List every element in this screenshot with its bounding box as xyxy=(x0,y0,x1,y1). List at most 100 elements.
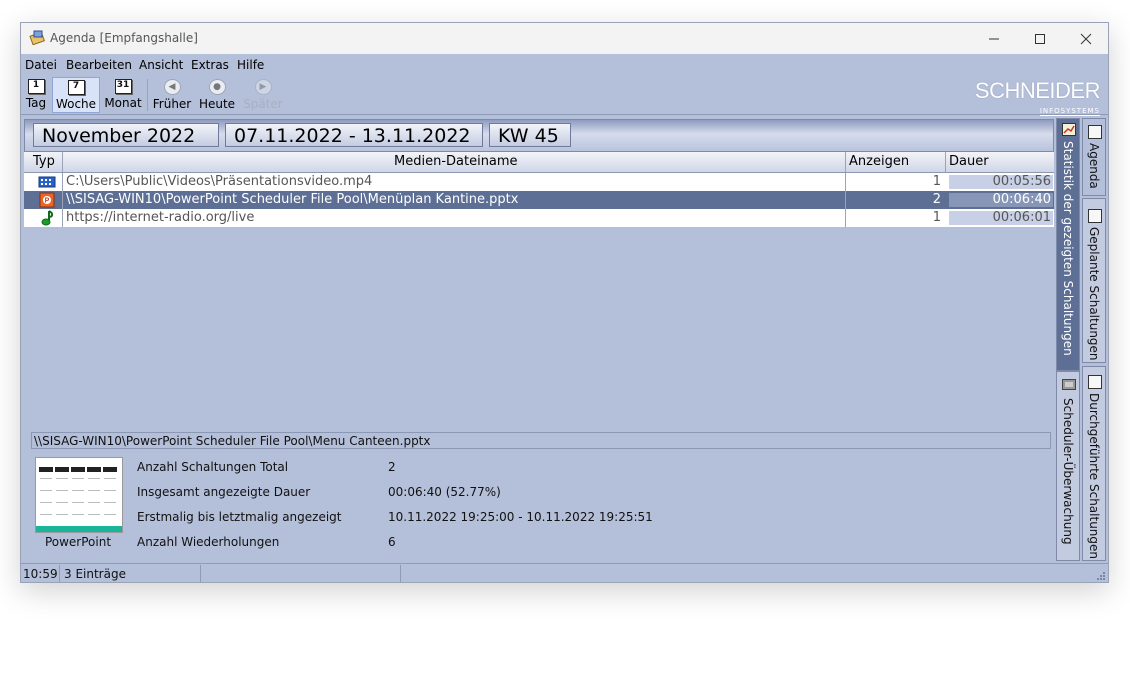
calendar-week-icon: 7 xyxy=(67,80,85,95)
stat-value: 10.11.2022 19:25:00 - 10.11.2022 19:25:5… xyxy=(388,510,653,524)
tab-agenda[interactable]: Agenda xyxy=(1082,118,1106,196)
column-separator xyxy=(62,191,63,209)
app-icon xyxy=(29,30,45,45)
slide-preview-image xyxy=(36,458,122,532)
row-duration-bar: 00:05:56 xyxy=(949,174,1053,189)
close-icon xyxy=(1080,33,1091,44)
thumbnail-label: PowerPoint xyxy=(44,535,112,549)
minimize-button[interactable] xyxy=(971,23,1016,54)
home-icon: ● xyxy=(208,79,226,95)
detail-path: \\SISAG-WIN10\PowerPoint Scheduler File … xyxy=(31,432,1051,449)
row-duration: 00:06:01 xyxy=(992,210,1051,225)
stat-label: Insgesamt angezeigte Dauer xyxy=(137,485,311,499)
video-icon xyxy=(38,176,56,188)
table-row[interactable]: C:\Users\Public\Videos\Präsentationsvide… xyxy=(24,173,1054,191)
monat-label: Monat xyxy=(104,96,142,110)
stat-label: Erstmalig bis letztmalig angezeigt xyxy=(137,510,342,524)
row-count: 2 xyxy=(932,192,941,207)
monitor-icon xyxy=(1062,379,1076,390)
stat-value: 6 xyxy=(388,535,396,549)
spaeter-button[interactable]: ▶ Später xyxy=(242,77,284,111)
status-bar: 10:59 3 Einträge xyxy=(21,563,1108,582)
minimize-icon xyxy=(988,38,999,39)
row-filename: \\SISAG-WIN10\PowerPoint Scheduler File … xyxy=(66,192,519,207)
col-typ[interactable]: Typ xyxy=(33,154,55,169)
maximize-button[interactable] xyxy=(1017,23,1062,54)
agenda-window: Agenda [Empfangshalle] Datei Bearbeiten … xyxy=(20,22,1109,583)
menu-extras[interactable]: Extras xyxy=(191,58,229,72)
status-entries: 3 Einträge xyxy=(64,567,126,581)
toolbar: 1 Tag 7 Woche 31 Monat ◀ Früher ● Heute … xyxy=(21,75,1108,116)
col-name[interactable]: Medien-Dateiname xyxy=(394,154,518,169)
menu-hilfe[interactable]: Hilfe xyxy=(237,58,264,72)
tab-scheduler-label: Scheduler-Überwachung xyxy=(1061,398,1075,545)
main-content: November 2022 07.11.2022 - 13.11.2022 KW… xyxy=(24,119,1054,561)
frueher-label: Früher xyxy=(152,97,192,111)
row-count: 1 xyxy=(932,174,941,189)
tab-statistik-label: Statistik der gezeigten Schaltungen xyxy=(1061,141,1075,356)
menu-bearbeiten[interactable]: Bearbeiten xyxy=(66,58,132,72)
powerpoint-icon: P xyxy=(39,192,55,208)
row-filename: C:\Users\Public\Videos\Präsentationsvide… xyxy=(66,174,373,189)
table-header: Typ Medien-Dateiname Anzeigen Dauer xyxy=(24,152,1054,173)
calendar-month-icon: 31 xyxy=(114,79,132,94)
col-anzeigen[interactable]: Anzeigen xyxy=(849,154,909,169)
month-label: November 2022 xyxy=(33,123,219,147)
spaeter-label: Später xyxy=(243,97,283,111)
tab-durchgefuehrte-label: Durchgeführte Schaltungen xyxy=(1087,393,1101,560)
date-range-label: 07.11.2022 - 13.11.2022 xyxy=(225,123,483,147)
column-separator xyxy=(62,209,63,227)
col-dauer[interactable]: Dauer xyxy=(949,154,989,169)
tag-button[interactable]: 1 Tag xyxy=(24,77,48,111)
schneider-logo: SCHNEIDER INFOSYSTEMS xyxy=(974,78,1101,116)
tab-geplante[interactable]: Geplante Schaltungen xyxy=(1082,198,1106,363)
calendar-day-icon: 1 xyxy=(27,79,45,94)
column-separator xyxy=(62,152,63,172)
monat-button[interactable]: 31 Monat xyxy=(103,77,143,111)
heute-button[interactable]: ● Heute xyxy=(198,77,236,111)
stat-label: Anzahl Schaltungen Total xyxy=(137,460,289,474)
music-note-icon xyxy=(41,210,54,226)
woche-button[interactable]: 7 Woche xyxy=(52,77,100,113)
toolbar-separator xyxy=(147,79,148,111)
menu-bar: Datei Bearbeiten Ansicht Extras Hilfe xyxy=(21,54,1108,75)
tab-statistik[interactable]: Statistik der gezeigten Schaltungen xyxy=(1056,118,1080,371)
logo-name: SCHNEIDER xyxy=(974,78,1101,103)
arrow-right-icon: ▶ xyxy=(254,79,272,95)
column-separator xyxy=(62,173,63,191)
row-duration: 00:06:40 xyxy=(992,192,1051,207)
menu-datei[interactable]: Datei xyxy=(25,58,57,72)
tab-durchgefuehrte[interactable]: Durchgeführte Schaltungen xyxy=(1082,366,1106,561)
row-filename: https://internet-radio.org/live xyxy=(66,210,255,225)
week-label: KW 45 xyxy=(489,123,571,147)
stat-value: 2 xyxy=(388,460,396,474)
slide-thumbnail xyxy=(35,457,123,533)
row-count: 1 xyxy=(932,210,941,225)
maximize-icon xyxy=(1034,33,1045,44)
tab-geplante-label: Geplante Schaltungen xyxy=(1087,227,1101,361)
menu-ansicht[interactable]: Ansicht xyxy=(139,58,183,72)
row-duration-bar: 00:06:40 xyxy=(949,192,1053,207)
list-icon xyxy=(1088,209,1102,223)
column-separator xyxy=(845,152,846,172)
stat-value: 00:06:40 (52.77%) xyxy=(388,485,501,499)
chart-icon xyxy=(1062,123,1076,136)
frueher-button[interactable]: ◀ Früher xyxy=(151,77,193,111)
close-button[interactable] xyxy=(1063,23,1108,54)
tab-scheduler[interactable]: Scheduler-Überwachung xyxy=(1056,371,1080,561)
table-row[interactable]: https://internet-radio.org/live 1 00:06:… xyxy=(24,209,1054,227)
heute-label: Heute xyxy=(198,97,236,111)
svg-text:P: P xyxy=(45,198,50,205)
tab-agenda-label: Agenda xyxy=(1087,143,1101,189)
arrow-left-icon: ◀ xyxy=(163,79,181,95)
resize-grip-icon[interactable] xyxy=(1096,571,1106,581)
woche-label: Woche xyxy=(55,97,97,111)
stat-label: Anzahl Wiederholungen xyxy=(137,535,280,549)
date-header: November 2022 07.11.2022 - 13.11.2022 KW… xyxy=(24,119,1054,152)
checkbox-icon xyxy=(1088,375,1102,389)
status-separator xyxy=(59,565,60,582)
row-duration: 00:05:56 xyxy=(992,174,1051,189)
table-row-selected[interactable]: P \\SISAG-WIN10\PowerPoint Scheduler Fil… xyxy=(24,191,1054,209)
status-separator xyxy=(200,565,201,582)
window-title: Agenda [Empfangshalle] xyxy=(50,31,198,45)
